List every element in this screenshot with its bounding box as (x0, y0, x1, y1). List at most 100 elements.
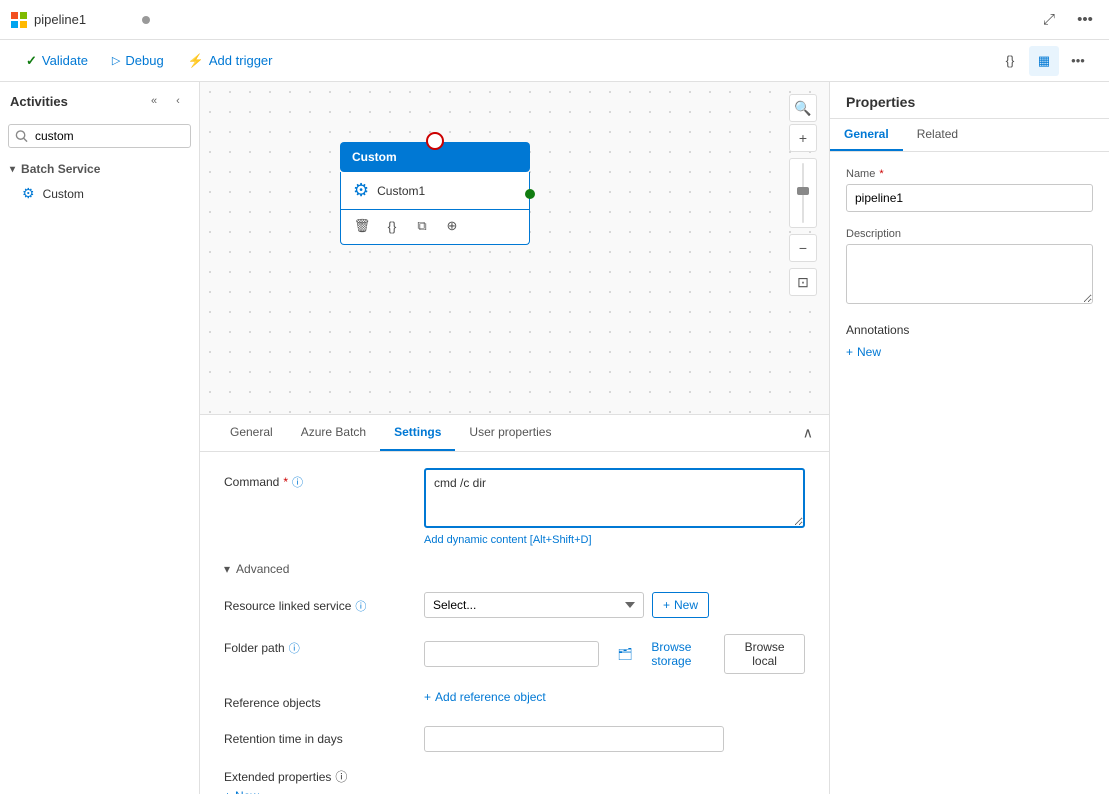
plus-annotation-icon: + (846, 345, 853, 359)
prop-description-label: Description (846, 228, 1093, 240)
command-label: Command * ⓘ (224, 468, 424, 490)
node-copy-btn[interactable]: ⧉ (409, 214, 435, 238)
prop-tab-general[interactable]: General (830, 119, 903, 151)
add-dynamic-link[interactable]: Add dynamic content [Alt+Shift+D] (424, 534, 805, 546)
bottom-tabs: General Azure Batch Settings User proper… (216, 415, 565, 451)
collapse-icon[interactable]: ‹ (167, 90, 189, 112)
chevron-down-advanced-icon: ▾ (224, 562, 230, 576)
command-textarea[interactable] (424, 468, 805, 528)
node-code-btn[interactable]: {} (379, 214, 405, 238)
debug-play-icon: ▷ (112, 54, 120, 67)
prop-name-input[interactable] (846, 184, 1093, 212)
advanced-toggle[interactable]: ▾ Advanced (224, 562, 805, 576)
debug-button[interactable]: ▷ Debug (102, 48, 174, 73)
gear-icon: ⚙ (22, 185, 35, 202)
prop-tab-related[interactable]: Related (903, 119, 972, 151)
folder-storage-icon: 🗂 (617, 647, 632, 661)
resource-linked-label: Resource linked service ⓘ (224, 592, 424, 614)
node-delete-btn[interactable]: 🗑 (349, 214, 375, 238)
trigger-lightning-icon: ⚡ (188, 53, 204, 69)
resource-linked-select[interactable]: Select... (424, 592, 644, 618)
sidebar-title: Activities (10, 94, 68, 109)
search-input[interactable] (8, 124, 191, 148)
add-trigger-button[interactable]: ⚡ Add trigger (178, 48, 283, 74)
reference-objects-row: Reference objects + Add reference object (224, 690, 805, 710)
properties-tabs: General Related (830, 119, 1109, 152)
close-panel-btn[interactable]: ∧ (803, 425, 813, 442)
retention-row: Retention time in days (224, 726, 805, 752)
reference-objects-label: Reference objects (224, 690, 424, 710)
command-row: Command * ⓘ Add dynamic content [Alt+Shi… (224, 468, 805, 546)
canvas-zoom-in-btn[interactable]: + (789, 124, 817, 152)
properties-title: Properties (846, 94, 915, 110)
node-success-indicator (525, 189, 535, 199)
chevron-down-icon: ▾ (10, 164, 15, 175)
sidebar-group-batch-service[interactable]: ▾ Batch Service (0, 158, 199, 180)
folder-path-row: Folder path ⓘ 🗂 Browse storage Browse lo… (224, 634, 805, 674)
folder-path-input[interactable] (424, 641, 599, 667)
search-icon (15, 130, 28, 143)
sidebar-item-custom[interactable]: ⚙ Custom (0, 180, 199, 207)
tab-azure-batch[interactable]: Azure Batch (287, 415, 380, 451)
canvas-fit-btn[interactable]: ⊡ (789, 268, 817, 296)
prop-description-textarea[interactable] (846, 244, 1093, 304)
prop-name-row: Name * (846, 168, 1093, 212)
canvas-zoom-slider[interactable] (789, 158, 817, 228)
expand-icon-btn[interactable]: ⤢ (1035, 6, 1063, 34)
prop-annotations-row: Annotations + New (846, 323, 1093, 359)
sidebar: Activities « ‹ ▾ Batch Service ⚙ C (0, 82, 200, 794)
canvas-zoom-out-btn[interactable]: − (789, 234, 817, 262)
node-type-label: Custom (352, 150, 397, 164)
bottom-panel: General Azure Batch Settings User proper… (200, 414, 829, 794)
canvas: Custom ⚙ Custom1 🗑 {} ⧉ ⊕ (200, 82, 829, 414)
properties-content: Name * Description Annotations + New (830, 152, 1109, 794)
retention-label: Retention time in days (224, 726, 424, 746)
prop-name-label: Name * (846, 168, 1093, 180)
tab-settings[interactable]: Settings (380, 415, 455, 451)
ext-new-btn[interactable]: + New (224, 789, 259, 794)
browse-local-btn[interactable]: Browse local (724, 634, 805, 674)
prop-annotations-label: Annotations (846, 323, 1093, 337)
canvas-controls: 🔍 + − ⊡ (789, 94, 817, 296)
validate-button[interactable]: ✓ Validate (16, 48, 98, 74)
node-gear-icon: ⚙ (353, 180, 369, 201)
validate-check-icon: ✓ (26, 53, 37, 69)
node-name-label: Custom1 (377, 184, 425, 198)
retention-input[interactable] (424, 726, 724, 752)
command-info-icon[interactable]: ⓘ (292, 474, 303, 490)
properties-panel: Properties General Related Name * Descri… (829, 82, 1109, 794)
resource-linked-row: Resource linked service ⓘ Select... + Ne… (224, 592, 805, 618)
bottom-content: Command * ⓘ Add dynamic content [Alt+Shi… (200, 452, 829, 794)
toolbar-more-btn[interactable]: ••• (1063, 46, 1093, 76)
code-view-btn[interactable]: {} (995, 46, 1025, 76)
app-logo: pipeline1 (10, 11, 130, 29)
plus-ext-icon: + (224, 789, 231, 794)
top-bar: pipeline1 ⤢ ••• (0, 0, 1109, 40)
plus-ref-icon: + (424, 690, 431, 704)
more-options-btn[interactable]: ••• (1071, 6, 1099, 34)
resource-info-icon[interactable]: ⓘ (355, 598, 366, 614)
top-bar-dot (142, 16, 150, 24)
resource-new-btn[interactable]: + New (652, 592, 709, 618)
pipeline-title: pipeline1 (34, 12, 86, 27)
tab-general[interactable]: General (216, 415, 287, 451)
collapse-all-icon[interactable]: « (143, 90, 165, 112)
activity-node[interactable]: Custom ⚙ Custom1 🗑 {} ⧉ ⊕ (340, 142, 530, 245)
panel-toggle-btn[interactable]: ▦ (1029, 46, 1059, 76)
folder-path-info-icon[interactable]: ⓘ (289, 640, 300, 656)
logo-icon (10, 11, 28, 29)
browse-storage-btn[interactable]: 🗂 Browse storage (607, 635, 716, 673)
prop-new-annotation-btn[interactable]: + New (846, 345, 881, 359)
ext-props-info-icon[interactable]: ⓘ (335, 768, 347, 785)
node-error-indicator (426, 132, 444, 150)
bottom-panel-header: General Azure Batch Settings User proper… (200, 415, 829, 452)
sidebar-group-label: Batch Service (21, 162, 100, 176)
sidebar-item-custom-label: Custom (43, 187, 168, 201)
plus-icon: + (663, 598, 670, 612)
properties-header: Properties (830, 82, 1109, 119)
canvas-search-btn[interactable]: 🔍 (789, 94, 817, 122)
toolbar: ✓ Validate ▷ Debug ⚡ Add trigger {} ▦ ••… (0, 40, 1109, 82)
tab-user-properties[interactable]: User properties (455, 415, 565, 451)
node-link-btn[interactable]: ⊕ (439, 214, 465, 238)
add-reference-btn[interactable]: + Add reference object (424, 690, 546, 704)
